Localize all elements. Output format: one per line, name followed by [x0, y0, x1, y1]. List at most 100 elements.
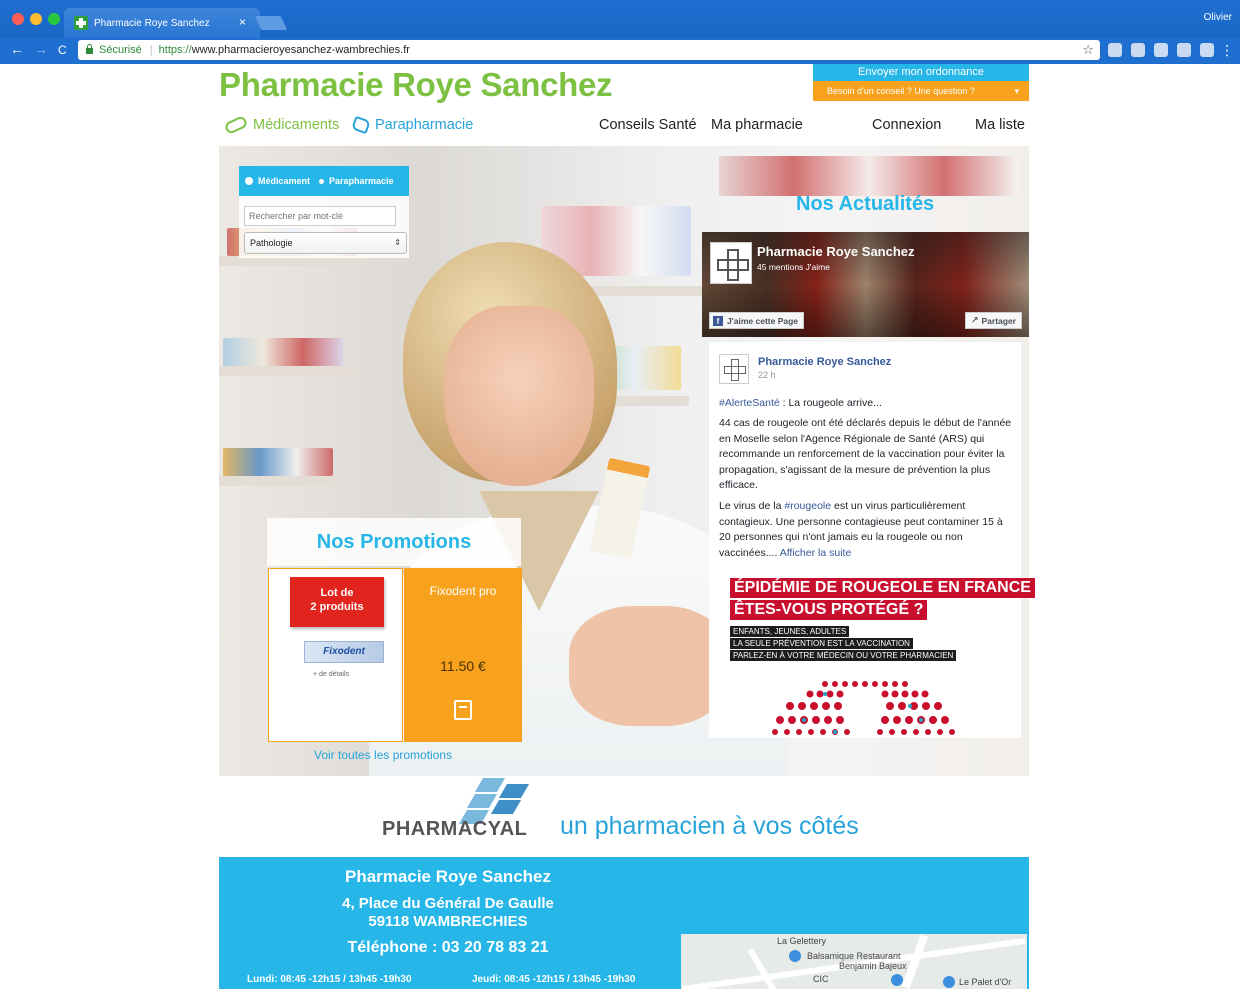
post-timestamp[interactable]: 22 h	[758, 370, 776, 380]
nav-connexion[interactable]: Connexion	[872, 117, 941, 133]
post-avatar-icon[interactable]	[719, 354, 749, 384]
url-host: www.pharmacieroyesanchez-wambrechies.fr	[191, 44, 410, 56]
nav-conseils-sante[interactable]: Conseils Santé	[599, 117, 697, 133]
facebook-like-label: J'aime cette Page	[727, 315, 799, 326]
radio-medicament-icon[interactable]	[245, 177, 253, 185]
back-arrow-icon[interactable]: ←	[10, 41, 24, 57]
ask-question-button[interactable]: Besoin d'un conseil ? Une question ? ▾	[813, 81, 1029, 101]
pharmacist-face	[444, 306, 594, 486]
minimize-window-button[interactable]	[30, 13, 42, 25]
shelf-products	[719, 156, 1019, 196]
facebook-share-button[interactable]: ↗ Partager	[964, 312, 1022, 329]
poster-headline-2: ÊTES-VOUS PROTÉGÉ ?	[730, 600, 928, 620]
location-map[interactable]: La Gelettery Balsamique Restaurant Benja…	[681, 934, 1027, 989]
nav-parapharmacie-label: Parapharmacie	[375, 117, 474, 133]
url-protocol: https://	[158, 44, 192, 56]
reload-icon[interactable]: C	[58, 43, 67, 57]
new-tab-button[interactable]	[254, 16, 288, 30]
restaurant-pin-icon[interactable]	[789, 950, 801, 962]
more-details-link[interactable]: + de détails	[313, 671, 349, 678]
all-promotions-link[interactable]: Voir toutes les promotions	[314, 748, 452, 762]
browser-menu-icon[interactable]: ⋮	[1220, 42, 1234, 59]
pharmacy-cross-logo-icon[interactable]	[710, 242, 752, 284]
nav-medicaments[interactable]: Médicaments	[223, 114, 340, 136]
footer-phone[interactable]: Téléphone : 03 20 78 83 21	[219, 939, 677, 957]
nav-ma-liste[interactable]: Ma liste	[975, 117, 1025, 133]
pharmacy-info-footer: Pharmacie Roye Sanchez 4, Place du Génér…	[219, 857, 1029, 989]
pill-icon	[223, 114, 249, 136]
pharmacy-cross-favicon-icon	[74, 16, 88, 30]
site-title[interactable]: Pharmacie Roye Sanchez	[219, 66, 613, 104]
hashtag-rougeole-link[interactable]: #rougeole	[784, 500, 831, 512]
nav-ma-pharmacie[interactable]: Ma pharmacie	[711, 117, 803, 133]
extension-1-icon[interactable]	[1108, 43, 1122, 57]
poster-dot-illustration	[772, 681, 955, 735]
address-bar[interactable]: Sécurisé | https:// www.pharmacieroyesan…	[78, 40, 1100, 60]
pathology-select[interactable]: Pathologie ⇕	[244, 232, 407, 254]
promo-badge-line1: Lot de	[320, 587, 354, 599]
promo-badge-line2: 2 produits	[310, 601, 364, 613]
restaurant-pin-icon[interactable]	[891, 974, 903, 986]
extension-2-icon[interactable]	[1131, 43, 1145, 57]
read-more-link[interactable]: Afficher la suite	[780, 547, 852, 559]
hashtag-link[interactable]: #AlerteSanté	[719, 397, 780, 409]
poster-small-2: LA SEULE PRÉVENTION EST LA VACCINATION	[730, 638, 913, 649]
tab-bar: Pharmacie Roye Sanchez × Olivier	[0, 0, 1240, 38]
footer-pharmacy-name: Pharmacie Roye Sanchez	[345, 867, 551, 886]
send-prescription-button[interactable]: Envoyer mon ordonnance	[813, 64, 1029, 81]
chevron-down-icon: ▾	[1014, 86, 1019, 96]
add-to-list-icon[interactable]	[454, 700, 472, 720]
promotion-card[interactable]: Lot de 2 produits Fixodent + de détails	[268, 568, 403, 742]
zoom-window-button[interactable]	[48, 13, 60, 25]
pharmacyal-brand[interactable]: PHARMACYAL	[382, 818, 527, 841]
promo-product-name[interactable]: Fixodent pro	[404, 584, 522, 598]
pharmacyal-tagline: un pharmacien à vos côtés	[560, 812, 859, 840]
close-window-button[interactable]	[12, 13, 24, 25]
browser-window-chrome: Pharmacie Roye Sanchez × Olivier ← → C S…	[0, 0, 1240, 64]
opening-hours-thursday: Jeudi: 08:45 -12h15 / 13h45 -19h30	[472, 974, 636, 985]
map-label: Le Palet d'Or	[959, 977, 1012, 987]
radio-parapharmacie-icon[interactable]	[319, 178, 325, 184]
measles-poster[interactable]: ÉPIDÉMIE DE ROUGEOLE EN FRANCE ÊTES-VOUS…	[730, 578, 1035, 662]
url-separator: |	[149, 44, 153, 56]
promo-badge: Lot de 2 produits	[290, 577, 384, 627]
poster-small-3: PARLEZ-EN À VOTRE MÉDECIN OU VOTRE PHARM…	[730, 650, 957, 661]
post-intro: #AlerteSanté : La rougeole arrive...	[719, 396, 1015, 412]
opening-hours-monday: Lundi: 08:45 -12h15 / 13h45 -19h30	[247, 974, 412, 985]
pharmacist-hands	[569, 606, 729, 726]
radio-medicament-label[interactable]: Médicament	[258, 176, 310, 186]
tab-close-icon[interactable]: ×	[239, 15, 246, 29]
footer-address: 4, Place du Général De Gaulle 59118 WAMB…	[219, 895, 677, 931]
news-heading: Nos Actualités	[796, 193, 935, 215]
tab-active[interactable]: Pharmacie Roye Sanchez ×	[64, 8, 260, 38]
product-search-panel: Médicament Parapharmacie Pathologie ⇕	[239, 166, 409, 258]
extension-3-icon[interactable]	[1154, 43, 1168, 57]
radio-parapharmacie-label[interactable]: Parapharmacie	[329, 176, 394, 186]
extension-5-icon[interactable]	[1200, 43, 1214, 57]
nav-parapharmacie[interactable]: Parapharmacie	[351, 115, 474, 135]
facebook-likes-count: 45 mentions J'aime	[757, 262, 830, 272]
product-image[interactable]: Fixodent	[304, 641, 384, 663]
bookmark-star-icon[interactable]: ☆	[1082, 42, 1094, 58]
profile-button[interactable]: Olivier	[1204, 12, 1232, 23]
extension-icons	[1108, 43, 1214, 57]
nav-medicaments-label: Médicaments	[253, 117, 340, 133]
main-navigation: Médicaments Parapharmacie Conseils Santé…	[219, 112, 1029, 140]
facebook-page-name[interactable]: Pharmacie Roye Sanchez	[757, 244, 915, 259]
restaurant-pin-icon[interactable]	[943, 976, 955, 988]
cosmetic-bottle-icon	[351, 115, 371, 135]
poster-headline-1: ÉPIDÉMIE DE ROUGEOLE EN FRANCE	[730, 578, 1035, 598]
facebook-like-button[interactable]: f J'aime cette Page	[709, 312, 805, 329]
extension-4-icon[interactable]	[1177, 43, 1191, 57]
search-type-selector: Médicament Parapharmacie	[239, 166, 409, 196]
post-paragraph-1: 44 cas de rougeole ont été déclarés depu…	[719, 417, 1012, 491]
tab-title: Pharmacie Roye Sanchez	[94, 17, 210, 29]
lock-icon	[86, 44, 93, 54]
keyword-search-input[interactable]	[244, 206, 396, 226]
post-intro-text: : La rougeole arrive...	[779, 397, 882, 409]
pathology-select-value: Pathologie	[250, 238, 293, 248]
facebook-icon: f	[713, 315, 723, 326]
forward-arrow-icon[interactable]: →	[34, 41, 48, 57]
post-author[interactable]: Pharmacie Roye Sanchez	[758, 356, 891, 368]
poster-small-1: ENFANTS, JEUNES, ADULTES	[730, 626, 850, 637]
